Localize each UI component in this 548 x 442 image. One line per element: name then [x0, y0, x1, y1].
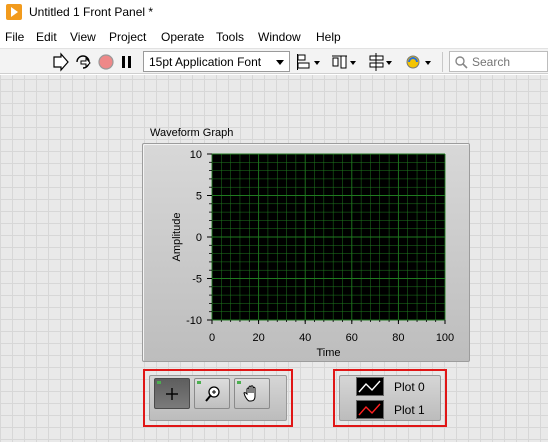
x-tick-label: 100 [436, 332, 454, 344]
plot-1-swatch-icon [356, 400, 384, 419]
menu-operate[interactable]: Operate [161, 30, 204, 44]
window-title: Untitled 1 Front Panel * [29, 5, 154, 19]
title-bar: Untitled 1 Front Panel * [0, 0, 548, 26]
menu-help[interactable]: Help [316, 30, 341, 44]
run-arrow-icon[interactable] [51, 52, 71, 72]
grid-lines [211, 153, 446, 321]
menu-project[interactable]: Project [109, 30, 146, 44]
menu-bar: File Edit View Project Operate Tools Win… [0, 26, 548, 48]
chevron-down-icon [276, 60, 284, 65]
cursor-movement-tool-button[interactable] [154, 378, 190, 409]
search-input[interactable] [472, 53, 546, 70]
legend-label: Plot 1 [394, 403, 425, 417]
legend-item-plot-0[interactable]: Plot 0 [356, 377, 436, 397]
y-tick-label: 10 [190, 149, 202, 161]
font-select[interactable]: 15pt Application Font [143, 51, 290, 72]
labview-app-icon [6, 4, 22, 20]
y-tick-label: -5 [192, 274, 202, 286]
x-tick-label: 0 [209, 332, 215, 344]
x-tick-label: 60 [346, 332, 358, 344]
resize-objects-icon[interactable] [367, 52, 395, 72]
search-icon [454, 55, 468, 72]
menu-file[interactable]: File [5, 30, 24, 44]
legend-item-plot-1[interactable]: Plot 1 [356, 400, 436, 420]
menu-tools[interactable]: Tools [216, 30, 244, 44]
menu-edit[interactable]: Edit [36, 30, 57, 44]
x-tick-label: 80 [392, 332, 404, 344]
led-icon [197, 381, 201, 384]
distribute-objects-icon[interactable] [331, 52, 359, 72]
menu-view[interactable]: View [70, 30, 96, 44]
x-axis-label: Time [316, 347, 340, 359]
y-tick-label: -10 [186, 315, 202, 327]
align-objects-icon[interactable] [296, 52, 324, 72]
x-tick-label: 40 [299, 332, 311, 344]
zoom-tool-button[interactable] [194, 378, 230, 409]
y-axis-label: Amplitude [171, 213, 183, 262]
toolbar-separator [442, 52, 443, 72]
toolbar: 15pt Application Font [0, 48, 548, 74]
active-led-icon [157, 381, 161, 384]
waveform-graph[interactable]: 0 20 40 60 80 100 10 5 0 -5 -10 Time Amp… [142, 143, 470, 362]
y-tick-label: 0 [196, 232, 202, 244]
legend-label: Plot 0 [394, 380, 425, 394]
reorder-icon[interactable] [404, 52, 434, 72]
search-box[interactable] [449, 51, 548, 72]
graph-label: Waveform Graph [150, 127, 234, 139]
plot-0-swatch-icon [356, 377, 384, 396]
run-continuously-icon[interactable] [73, 52, 93, 72]
menu-window[interactable]: Window [258, 30, 301, 44]
panning-tool-button[interactable] [234, 378, 270, 409]
y-tick-label: 5 [196, 191, 202, 203]
led-icon [237, 381, 241, 384]
font-select-value: 15pt Application Font [149, 55, 262, 69]
x-tick-label: 20 [252, 332, 264, 344]
pause-icon[interactable] [117, 52, 137, 72]
abort-icon[interactable] [96, 52, 116, 72]
